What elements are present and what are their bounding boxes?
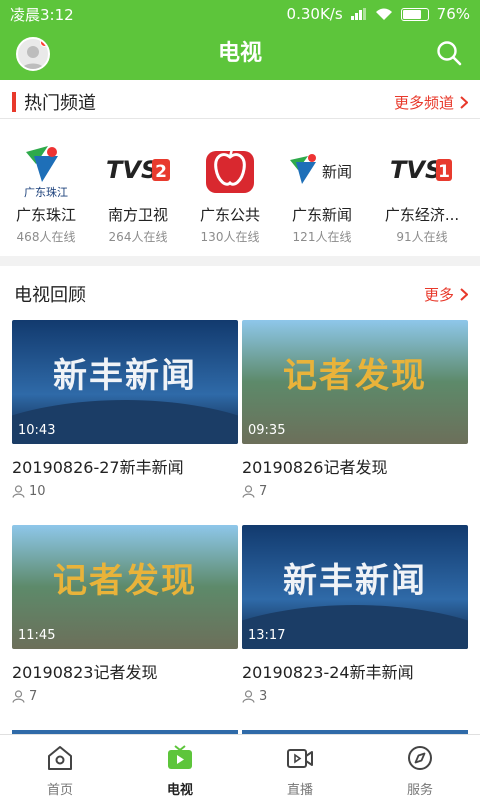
page-title: 电视 (217, 41, 262, 66)
video-views: 7 (242, 484, 468, 499)
tv-icon (168, 745, 192, 769)
channel-name: 广东新闻 (291, 206, 352, 224)
guangdong-public-logo (196, 140, 264, 200)
nav-tv[interactable]: 电视 (120, 735, 240, 800)
view-count: 7 (29, 689, 38, 704)
video-views: 7 (12, 689, 238, 704)
channel-name: 广东公共 (199, 206, 260, 224)
channel-list: 广东珠江 广东珠江 468人在线 TVS 2 南方卫视 264人在线 广东公共 1… (0, 124, 480, 256)
network-speed: 0.30K/s (286, 5, 343, 23)
channel-viewers: 91人在线 (396, 230, 448, 244)
hot-channels-header: 热门频道 更多频道 (0, 88, 480, 116)
channel-item[interactable]: 广 (468, 124, 480, 256)
svg-text:TVS: TVS (106, 156, 158, 184)
svg-text:广东珠江: 广东珠江 (24, 185, 68, 198)
nav-live[interactable]: 直播 (240, 735, 360, 800)
chevron-right-icon (460, 287, 468, 301)
channel-name: 广东经济... (384, 206, 460, 224)
video-title: 20190823-24新丰新闻 (242, 663, 414, 682)
video-title: 20190823记者发现 (12, 663, 158, 682)
more-review-label: 更多 (423, 285, 454, 304)
nav-home[interactable]: 首页 (0, 735, 120, 800)
nav-label: 直播 (286, 783, 313, 798)
video-thumbnail: 记者发现 11:45 (12, 525, 238, 649)
video-duration: 10:43 (18, 423, 56, 438)
channel-viewers: 264人在线 (108, 230, 168, 244)
person-icon (12, 690, 25, 703)
tv-review-title: 电视回顾 (14, 285, 86, 306)
channel-name: 广东珠江 (15, 206, 76, 224)
nav-label: 首页 (46, 783, 73, 798)
channel-name: 南方卫视 (107, 206, 168, 224)
more-channels-label: 更多频道 (393, 93, 454, 112)
svg-text:1: 1 (438, 162, 450, 182)
signal-icon (350, 8, 366, 20)
video-card[interactable]: 记者发现 09:35 20190826记者发现 7 (242, 320, 468, 499)
view-count: 10 (29, 484, 46, 499)
section-marker (12, 92, 16, 112)
channel-viewers: 130人在线 (200, 230, 260, 244)
guangdong-zhujiang-logo: 广东珠江 (12, 140, 80, 200)
video-views: 10 (12, 484, 238, 499)
person-icon (242, 485, 255, 498)
view-count: 7 (259, 484, 268, 499)
channel-viewers: 468人在线 (16, 230, 76, 244)
more-channels-link[interactable]: 更多频道 (394, 92, 468, 113)
guangdong-news-logo: 新闻 (288, 140, 356, 200)
bottom-nav: 首页 电视 直播 服务 (0, 734, 480, 800)
hot-channels-section: 热门频道 更多频道 广东珠江 广东珠江 468人在线 TVS 2 南方卫视 264… (0, 80, 480, 256)
channel-item[interactable]: 广东珠江 广东珠江 468人在线 (0, 124, 92, 256)
status-bar: 凌晨3:12 0.30K/s 76% (0, 0, 480, 28)
channel-name: 广 (468, 204, 480, 225)
app-header: 电视 (0, 28, 480, 80)
thumbnail-text: 记者发现 (283, 356, 427, 396)
section-divider (0, 118, 480, 119)
tvs1-logo: TVS 1 (388, 140, 456, 200)
thumbnail-text: 记者发现 (53, 561, 197, 601)
hot-channels-title: 热门频道 (24, 93, 96, 114)
video-duration: 11:45 (18, 628, 56, 643)
wifi-icon (375, 8, 392, 20)
video-duration: 13:17 (248, 628, 286, 643)
svg-text:新闻: 新闻 (322, 163, 352, 181)
video-thumbnail: 新丰新闻 10:43 (12, 320, 238, 444)
video-title: 20190826记者发现 (242, 458, 388, 477)
thumbnail-text: 新丰新闻 (283, 561, 427, 601)
search-icon[interactable] (436, 40, 462, 66)
status-time: 凌晨3:12 (10, 5, 74, 24)
video-camera-icon (287, 749, 313, 768)
tv-review-header: 电视回顾 更多 (0, 280, 480, 308)
nav-services[interactable]: 服务 (360, 735, 480, 800)
channel-item[interactable]: TVS 2 南方卫视 264人在线 (92, 124, 184, 256)
video-card[interactable]: 新丰新闻 13:17 20190823-24新丰新闻 3 (242, 525, 468, 704)
compass-icon (408, 746, 432, 770)
app-screen: { "status_bar": {"time": "凌晨3:12", "spee… (0, 0, 480, 800)
more-review-link[interactable]: 更多 (424, 284, 468, 305)
battery-level: 76% (436, 5, 470, 23)
channel-item[interactable]: 新闻 广东新闻 121人在线 (276, 124, 368, 256)
thumbnail-text: 新丰新闻 (53, 356, 197, 396)
video-card[interactable]: 记者发现 11:45 20190823记者发现 7 (12, 525, 238, 704)
channel-item[interactable]: TVS 1 广东经济... 91人在线 (376, 124, 468, 256)
video-thumbnail: 新丰新闻 13:17 (242, 525, 468, 649)
channel-item[interactable]: 广东公共 130人在线 (184, 124, 276, 256)
video-duration: 09:35 (248, 423, 286, 438)
view-count: 3 (259, 689, 268, 704)
nav-label: 电视 (166, 783, 193, 798)
chevron-right-icon (460, 95, 468, 109)
video-card[interactable]: 新丰新闻 10:43 20190826-27新丰新闻 10 (12, 320, 238, 499)
channel-viewers: 121人在线 (292, 230, 352, 244)
person-icon (242, 690, 255, 703)
home-icon (48, 746, 72, 770)
person-icon (12, 485, 25, 498)
battery-icon (400, 7, 429, 21)
tvs2-logo: TVS 2 (104, 140, 172, 200)
svg-text:2: 2 (155, 162, 167, 182)
tv-review-section: 电视回顾 更多 新丰新闻 10:43 20190826-27新丰新闻 10 记者… (0, 266, 480, 734)
video-thumbnail: 记者发现 09:35 (242, 320, 468, 444)
nav-label: 服务 (406, 783, 433, 798)
video-title: 20190826-27新丰新闻 (12, 458, 184, 477)
svg-text:TVS: TVS (390, 156, 442, 184)
video-views: 3 (242, 689, 468, 704)
